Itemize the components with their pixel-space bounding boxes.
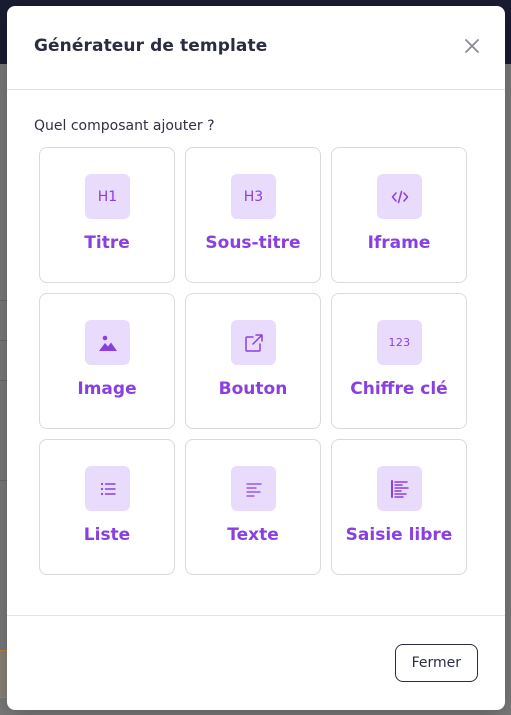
close-modal-button[interactable]: Fermer — [394, 644, 478, 682]
modal-footer: Fermer — [7, 615, 505, 710]
code-icon — [377, 174, 422, 219]
component-card-titre[interactable]: H1 Titre — [39, 147, 175, 283]
component-card-texte[interactable]: Texte — [185, 439, 321, 575]
external-link-icon — [231, 320, 276, 365]
component-card-chiffre-cle[interactable]: 123 Chiffre clé — [331, 293, 467, 429]
component-card-liste[interactable]: Liste — [39, 439, 175, 575]
modal-title: Générateur de template — [34, 36, 268, 56]
component-label: Iframe — [367, 233, 431, 253]
component-card-image[interactable]: Image — [39, 293, 175, 429]
component-prompt: Quel composant ajouter ? — [34, 118, 215, 134]
close-icon — [465, 39, 479, 53]
component-grid: H1 Titre H3 Sous-titre Iframe Image Bout… — [39, 147, 467, 575]
close-button[interactable] — [463, 37, 481, 55]
component-label: Bouton — [218, 379, 288, 399]
component-label: Saisie libre — [345, 525, 453, 545]
component-card-bouton[interactable]: Bouton — [185, 293, 321, 429]
numbers-icon: 123 — [377, 320, 422, 365]
free-text-icon — [377, 466, 422, 511]
heading-3-icon: H3 — [231, 174, 276, 219]
component-label: Image — [77, 379, 137, 399]
component-label: Texte — [227, 525, 279, 545]
text-align-icon — [231, 466, 276, 511]
modal-header: Générateur de template — [7, 6, 505, 90]
component-label: Chiffre clé — [350, 379, 448, 399]
image-icon — [85, 320, 130, 365]
component-card-sous-titre[interactable]: H3 Sous-titre — [185, 147, 321, 283]
component-card-iframe[interactable]: Iframe — [331, 147, 467, 283]
component-label: Liste — [83, 525, 131, 545]
component-label: Titre — [84, 233, 130, 253]
component-card-saisie-libre[interactable]: Saisie libre — [331, 439, 467, 575]
heading-1-icon: H1 — [85, 174, 130, 219]
modal-body: Quel composant ajouter ? H1 Titre H3 Sou… — [7, 90, 505, 615]
component-label: Sous-titre — [205, 233, 301, 253]
template-generator-modal: Générateur de template Quel composant aj… — [7, 6, 505, 710]
list-icon — [85, 466, 130, 511]
